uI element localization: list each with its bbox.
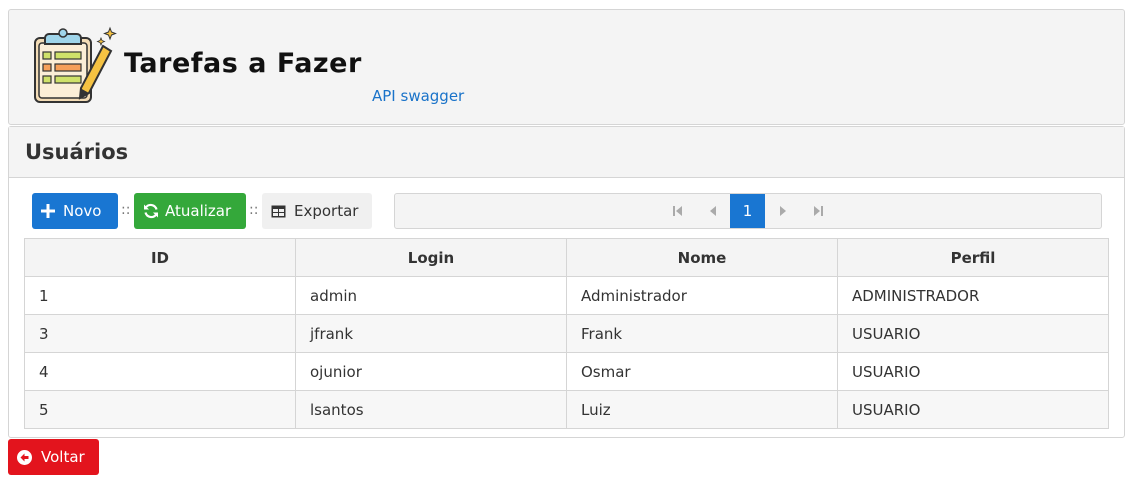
cell-id: 3 (24, 314, 296, 353)
new-button[interactable]: Novo (32, 193, 118, 229)
last-page-button[interactable] (800, 194, 835, 228)
column-header-id[interactable]: ID (24, 238, 296, 277)
paginator: 1 (394, 193, 1102, 229)
cell-perfil: USUARIO (837, 390, 1109, 429)
last-page-icon (813, 206, 823, 216)
page-title: Usuários (25, 140, 129, 164)
cell-id: 4 (24, 352, 296, 391)
cell-nome: Frank (566, 314, 838, 353)
refresh-button-label: Atualizar (165, 202, 232, 220)
back-button[interactable]: Voltar (8, 439, 99, 475)
cell-login: lsantos (295, 390, 567, 429)
users-table: ID Login Nome Perfil 1 admin Administrad… (24, 238, 1109, 429)
api-swagger-link[interactable]: API swagger (372, 87, 464, 105)
toolbar: Novo :: Atualizar :: Exportar 1 (32, 193, 1102, 229)
column-header-login[interactable]: Login (295, 238, 567, 277)
clipboard-pencil-icon (34, 26, 117, 103)
cell-perfil: USUARIO (837, 314, 1109, 353)
cell-nome: Administrador (566, 276, 838, 315)
column-header-nome[interactable]: Nome (566, 238, 838, 277)
column-header-perfil[interactable]: Perfil (837, 238, 1109, 277)
prev-page-button[interactable] (695, 194, 730, 228)
table-row[interactable]: 3 jfrank Frank USUARIO (24, 314, 1109, 353)
toolbar-separator: :: (249, 202, 259, 218)
cell-nome: Luiz (566, 390, 838, 429)
table-row[interactable]: 4 ojunior Osmar USUARIO (24, 352, 1109, 391)
page-1-button[interactable]: 1 (730, 194, 765, 228)
users-panel: Usuários Novo :: Atualizar :: Exportar 1… (8, 126, 1125, 438)
cell-id: 5 (24, 390, 296, 429)
table-header-row: ID Login Nome Perfil (24, 238, 1109, 277)
cell-id: 1 (24, 276, 296, 315)
app-header: Tarefas a Fazer API swagger (8, 9, 1125, 125)
new-button-label: Novo (63, 202, 102, 220)
cell-login: jfrank (295, 314, 567, 353)
table-row[interactable]: 1 admin Administrador ADMINISTRADOR (24, 276, 1109, 315)
refresh-button[interactable]: Atualizar (134, 193, 246, 229)
cell-login: admin (295, 276, 567, 315)
panel-header: Usuários (9, 127, 1124, 178)
table-row[interactable]: 5 lsantos Luiz USUARIO (24, 390, 1109, 429)
refresh-icon (144, 203, 158, 219)
back-button-label: Voltar (41, 448, 85, 466)
cell-perfil: ADMINISTRADOR (837, 276, 1109, 315)
cell-login: ojunior (295, 352, 567, 391)
next-page-button[interactable] (765, 194, 800, 228)
export-button[interactable]: Exportar (262, 193, 372, 229)
cell-perfil: USUARIO (837, 352, 1109, 391)
export-button-label: Exportar (294, 202, 359, 220)
cell-nome: Osmar (566, 352, 838, 391)
toolbar-separator: :: (121, 202, 131, 218)
table-icon (271, 205, 286, 217)
next-page-icon (779, 206, 786, 216)
plus-icon (41, 204, 55, 218)
arrow-circle-left-icon (17, 449, 32, 465)
app-title: Tarefas a Fazer (124, 48, 362, 79)
first-page-button[interactable] (660, 194, 695, 228)
prev-page-icon (709, 206, 716, 216)
first-page-icon (672, 206, 682, 216)
